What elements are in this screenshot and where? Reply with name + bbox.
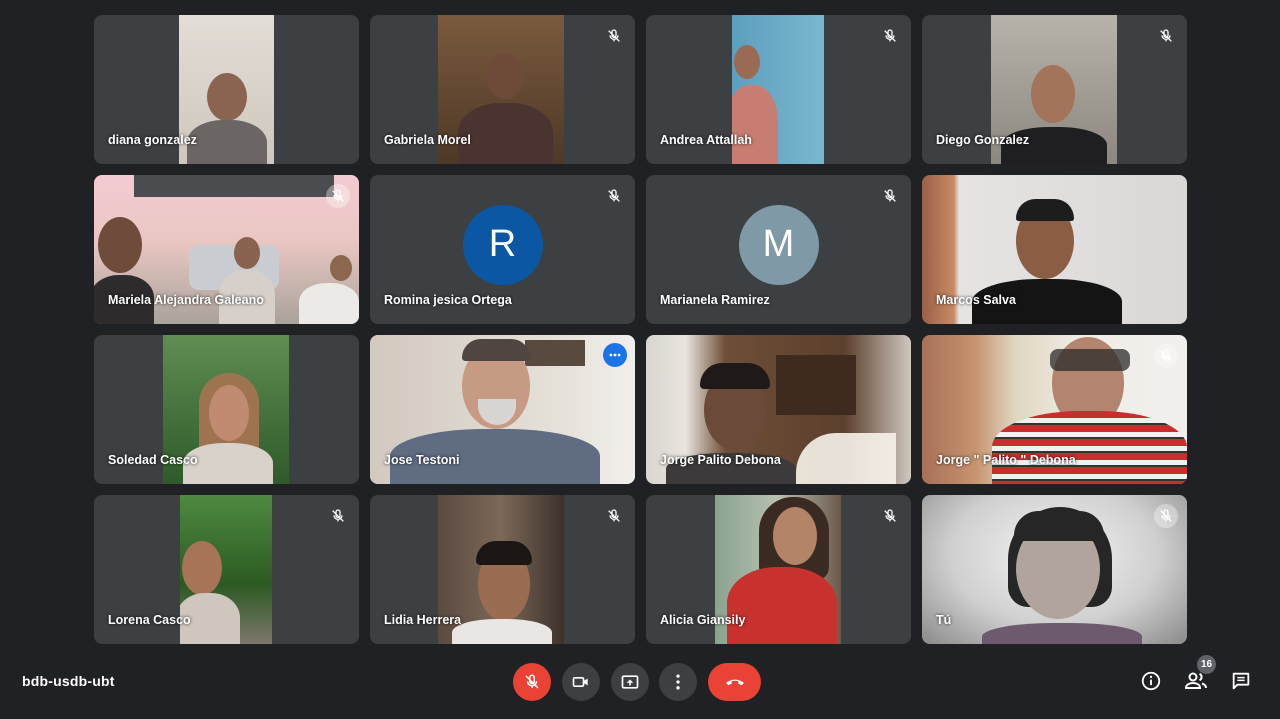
- participant-tile[interactable]: diana gonzalez: [94, 15, 359, 164]
- participant-tile[interactable]: Marcos Salva: [922, 175, 1187, 324]
- participant-tile[interactable]: Andrea Attallah: [646, 15, 911, 164]
- present-screen-button[interactable]: [611, 663, 649, 701]
- participant-tile[interactable]: Diego Gonzalez: [922, 15, 1187, 164]
- participant-name: Andrea Attallah: [660, 133, 752, 147]
- leave-call-button[interactable]: [708, 663, 761, 701]
- participant-tile[interactable]: R Romina jesica Ortega: [370, 175, 635, 324]
- mic-off-icon: [1154, 344, 1178, 368]
- mic-off-icon: [326, 184, 350, 208]
- avatar: R: [462, 204, 543, 285]
- camera-icon: [572, 677, 588, 687]
- meeting-details-button[interactable]: [1138, 668, 1164, 694]
- control-bar: bdb-usdb-ubt 16: [0, 650, 1280, 719]
- participant-name: Jorge " Palito " Debona: [936, 453, 1076, 467]
- participant-name: Diego Gonzalez: [936, 133, 1030, 147]
- participant-name: Marianela Ramirez: [660, 293, 770, 307]
- participant-tile[interactable]: M Marianela Ramirez: [646, 175, 911, 324]
- meet-call-window: diana gonzalez Gabriela Morel Andrea Att…: [0, 0, 1280, 719]
- participant-tile[interactable]: Jorge Palito Debona: [646, 335, 911, 484]
- more-options-button[interactable]: [659, 663, 697, 701]
- participant-name: Mariela Alejandra Galeano: [108, 293, 264, 307]
- participant-tile[interactable]: Jorge " Palito " Debona: [922, 335, 1187, 484]
- participant-tile[interactable]: Lorena Casco: [94, 495, 359, 644]
- mic-off-icon: [602, 24, 626, 48]
- participant-tile[interactable]: Gabriela Morel: [370, 15, 635, 164]
- more-options-button[interactable]: [603, 343, 627, 367]
- mic-off-icon: [326, 504, 350, 528]
- chat-button[interactable]: [1228, 668, 1254, 694]
- mic-off-icon: [602, 184, 626, 208]
- mic-off-icon: [878, 504, 902, 528]
- participant-name: Marcos Salva: [936, 293, 1016, 307]
- participant-name: Jose Testoni: [384, 453, 460, 467]
- participant-tile[interactable]: Lidia Herrera: [370, 495, 635, 644]
- participant-name: Gabriela Morel: [384, 133, 471, 147]
- participant-name: diana gonzalez: [108, 133, 197, 147]
- present-screen-icon: [621, 675, 639, 689]
- participant-tile-self[interactable]: Tú: [922, 495, 1187, 644]
- more-vert-icon: [676, 674, 680, 690]
- mic-off-icon: [878, 184, 902, 208]
- mic-off-icon: [878, 24, 902, 48]
- participant-grid: diana gonzalez Gabriela Morel Andrea Att…: [94, 15, 1187, 644]
- mic-off-icon: [1154, 24, 1178, 48]
- meeting-code: bdb-usdb-ubt: [22, 673, 115, 689]
- camera-toggle-button[interactable]: [562, 663, 600, 701]
- mic-off-icon: [525, 674, 539, 689]
- participant-tile[interactable]: Mariela Alejandra Galeano: [94, 175, 359, 324]
- call-end-icon: [725, 679, 744, 686]
- participant-tile-active-speaker[interactable]: Jose Testoni: [370, 335, 635, 484]
- avatar: M: [738, 204, 819, 285]
- participant-name: Soledad Casco: [108, 453, 198, 467]
- participant-name: Jorge Palito Debona: [660, 453, 781, 467]
- mic-off-icon: [1154, 504, 1178, 528]
- participant-tile[interactable]: Soledad Casco: [94, 335, 359, 484]
- participant-video: [922, 495, 1187, 644]
- chat-icon: [1232, 672, 1250, 690]
- participant-tile[interactable]: Alicia Giansily: [646, 495, 911, 644]
- participant-name: Romina jesica Ortega: [384, 293, 512, 307]
- mic-toggle-button[interactable]: [513, 663, 551, 701]
- participant-name: Alicia Giansily: [660, 613, 746, 627]
- participant-name: Lidia Herrera: [384, 613, 462, 627]
- mic-off-icon: [602, 504, 626, 528]
- participant-name: Tú: [936, 613, 952, 627]
- participant-name: Lorena Casco: [108, 613, 191, 627]
- participant-video: [180, 495, 272, 644]
- info-icon: [1141, 671, 1161, 691]
- participant-count-badge: 16: [1197, 655, 1216, 674]
